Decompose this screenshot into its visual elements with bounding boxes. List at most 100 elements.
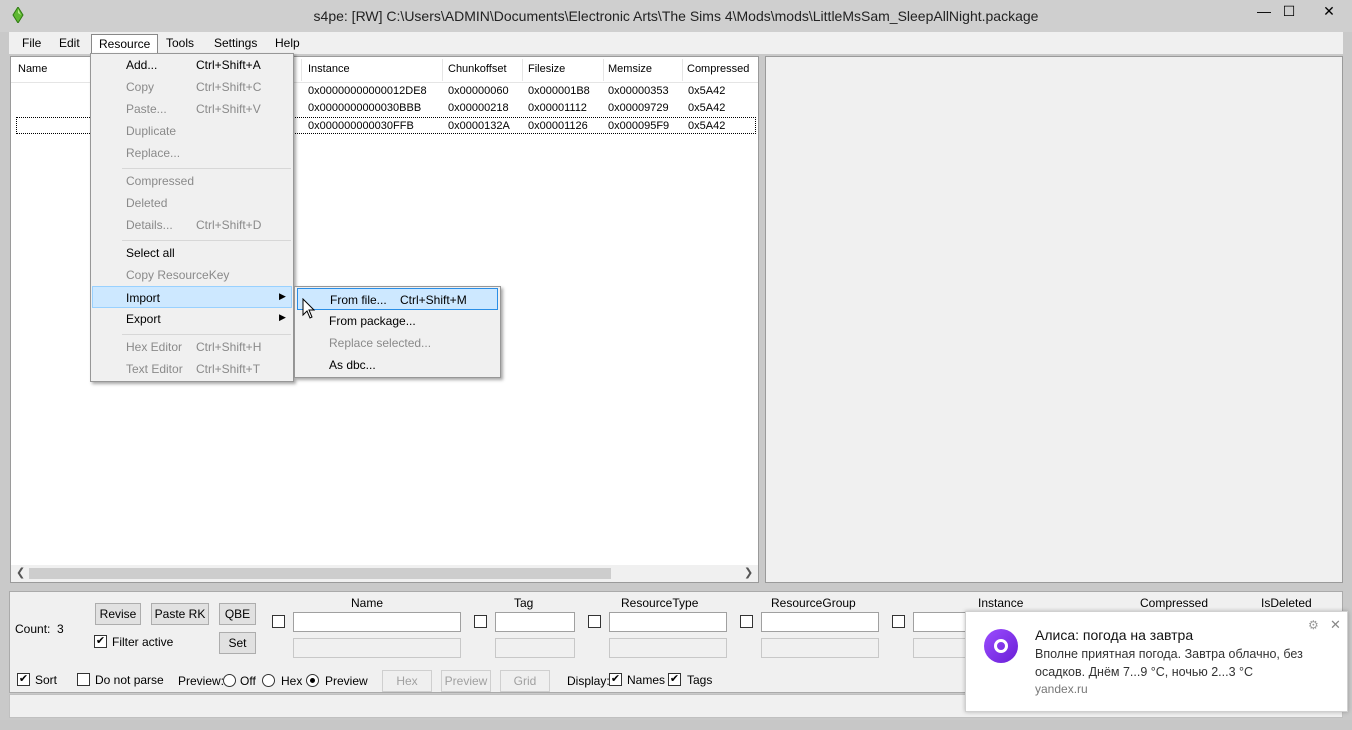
- scrollbar-thumb[interactable]: [29, 568, 611, 579]
- window-title: s4pe: [RW] C:\Users\ADMIN\Documents\Elec…: [313, 8, 1039, 24]
- filter-instance-checkbox[interactable]: [892, 615, 905, 628]
- column-separator[interactable]: [301, 59, 302, 81]
- cell-compressed: 0x5A42: [688, 85, 726, 97]
- menu-separator: [122, 168, 291, 169]
- menu-item-compressed[interactable]: Compressed: [93, 170, 291, 192]
- column-header-chunkoffset[interactable]: Chunkoffset: [448, 63, 507, 75]
- preview-hex-radio[interactable]: [262, 674, 275, 687]
- tags-checkbox[interactable]: ✔: [668, 673, 681, 686]
- filter-resource-group-input[interactable]: [761, 612, 879, 632]
- menu-item-shortcut: Ctrl+Shift+M: [400, 293, 467, 307]
- count-label: Count:: [15, 622, 51, 636]
- menu-item-shortcut: Ctrl+Shift+A: [196, 58, 261, 72]
- menu-separator: [122, 240, 291, 241]
- paste-rk-button[interactable]: Paste RK: [151, 603, 209, 625]
- filter-tag-input[interactable]: [495, 612, 575, 632]
- qbe-button[interactable]: QBE: [219, 603, 256, 625]
- column-header-instance[interactable]: Instance: [308, 63, 350, 75]
- filter-header-tag: Tag: [514, 596, 534, 610]
- filter-header-is-deleted: IsDeleted: [1261, 596, 1312, 610]
- menu-item-copy[interactable]: Copy Ctrl+Shift+C: [93, 76, 291, 98]
- column-separator[interactable]: [603, 59, 604, 81]
- cell-filesize: 0x00001112: [528, 102, 587, 114]
- filter-header-name: Name: [351, 596, 384, 610]
- menu-item-label: Deleted: [126, 196, 168, 210]
- preview-off-radio[interactable]: [223, 674, 236, 687]
- gear-icon[interactable]: ⚙: [1308, 618, 1319, 632]
- hex-button[interactable]: Hex: [382, 670, 432, 692]
- preview-button[interactable]: Preview: [441, 670, 491, 692]
- scroll-right-icon[interactable]: ❯: [744, 566, 753, 579]
- cell-filesize: 0x00001126: [528, 120, 588, 132]
- maximize-button[interactable]: ☐: [1274, 2, 1304, 22]
- menu-item-label: Export: [126, 312, 161, 326]
- menu-item-shortcut: Ctrl+Shift+C: [196, 80, 262, 94]
- filter-tag-value: [495, 638, 575, 658]
- grid-button[interactable]: Grid: [500, 670, 550, 692]
- menu-item-details[interactable]: Details... Ctrl+Shift+D: [93, 214, 291, 236]
- menu-item-from-package[interactable]: From package...: [297, 310, 498, 332]
- menu-item-text-editor[interactable]: Text Editor Ctrl+Shift+T: [93, 358, 291, 380]
- menu-item-duplicate[interactable]: Duplicate: [93, 120, 291, 142]
- filter-active-checkbox[interactable]: ✔: [94, 635, 107, 648]
- menu-edit[interactable]: Edit: [52, 34, 87, 53]
- menu-item-deleted[interactable]: Deleted: [93, 192, 291, 214]
- menu-item-paste[interactable]: Paste... Ctrl+Shift+V: [93, 98, 291, 120]
- filter-name-checkbox[interactable]: [272, 615, 285, 628]
- menu-item-as-dbc[interactable]: As dbc...: [297, 354, 498, 376]
- close-icon[interactable]: ✕: [1330, 617, 1341, 633]
- column-header-name[interactable]: Name: [18, 63, 47, 75]
- menu-item-label: Add...: [126, 58, 158, 72]
- revise-button[interactable]: Revise: [95, 603, 141, 625]
- column-header-memsize[interactable]: Memsize: [608, 63, 652, 75]
- menu-item-label: Select all: [126, 246, 175, 260]
- do-not-parse-checkbox[interactable]: [77, 673, 90, 686]
- menu-item-export[interactable]: Export ▶: [93, 308, 291, 330]
- menu-item-import[interactable]: Import ▶: [92, 286, 292, 308]
- display-label: Display:: [567, 674, 610, 688]
- set-button[interactable]: Set: [219, 632, 256, 654]
- menu-item-hex-editor[interactable]: Hex Editor Ctrl+Shift+H: [93, 336, 291, 358]
- preview-preview-label: Preview: [325, 674, 368, 688]
- menu-help[interactable]: Help: [268, 34, 307, 53]
- filter-tag-checkbox[interactable]: [474, 615, 487, 628]
- filter-name-input[interactable]: [293, 612, 461, 632]
- names-checkbox[interactable]: ✔: [609, 673, 622, 686]
- menu-tools[interactable]: Tools: [159, 34, 201, 53]
- horizontal-scrollbar[interactable]: ❮ ❯: [11, 565, 758, 582]
- menu-bar: File Edit Resource Tools Settings Help: [9, 32, 1343, 54]
- menu-resource[interactable]: Resource: [91, 34, 159, 53]
- close-button[interactable]: ✕: [1306, 2, 1352, 22]
- filter-active-label: Filter active: [112, 635, 174, 649]
- menu-item-from-file[interactable]: From file... Ctrl+Shift+M: [297, 288, 498, 310]
- sort-checkbox[interactable]: ✔: [17, 673, 30, 686]
- column-separator[interactable]: [442, 59, 443, 81]
- filter-resource-group-checkbox[interactable]: [740, 615, 753, 628]
- filter-name-value: [293, 638, 461, 658]
- cell-instance: 0x000000000030FFB: [308, 120, 414, 132]
- menu-file[interactable]: File: [15, 34, 48, 53]
- preview-preview-radio[interactable]: [306, 674, 319, 687]
- menu-item-replace-selected[interactable]: Replace selected...: [297, 332, 498, 354]
- menu-item-label: From file...: [330, 293, 387, 307]
- column-header-compressed[interactable]: Compressed: [687, 63, 749, 75]
- notification-source: yandex.ru: [1035, 682, 1088, 696]
- menu-item-add[interactable]: Add... Ctrl+Shift+A: [93, 54, 291, 76]
- cell-chunkoffset: 0x00000218: [448, 102, 509, 114]
- preview-label: Preview:: [178, 674, 225, 688]
- menu-item-select-all[interactable]: Select all: [93, 242, 291, 264]
- menu-item-replace[interactable]: Replace...: [93, 142, 291, 164]
- filter-resource-type-checkbox[interactable]: [588, 615, 601, 628]
- filter-resource-type-input[interactable]: [609, 612, 727, 632]
- scroll-left-icon[interactable]: ❮: [16, 566, 25, 579]
- menu-item-label: As dbc...: [329, 358, 376, 372]
- column-header-filesize[interactable]: Filesize: [528, 63, 565, 75]
- notification-toast[interactable]: Алиса: погода на завтра Вполне приятная …: [965, 611, 1348, 712]
- filter-header-compressed: Compressed: [1140, 596, 1209, 610]
- menu-item-copy-resourcekey[interactable]: Copy ResourceKey: [93, 264, 291, 286]
- column-separator[interactable]: [682, 59, 683, 81]
- cell-memsize: 0x00000353: [608, 85, 669, 97]
- menu-settings[interactable]: Settings: [207, 34, 264, 53]
- column-separator[interactable]: [522, 59, 523, 81]
- filter-instance-input[interactable]: [913, 612, 973, 632]
